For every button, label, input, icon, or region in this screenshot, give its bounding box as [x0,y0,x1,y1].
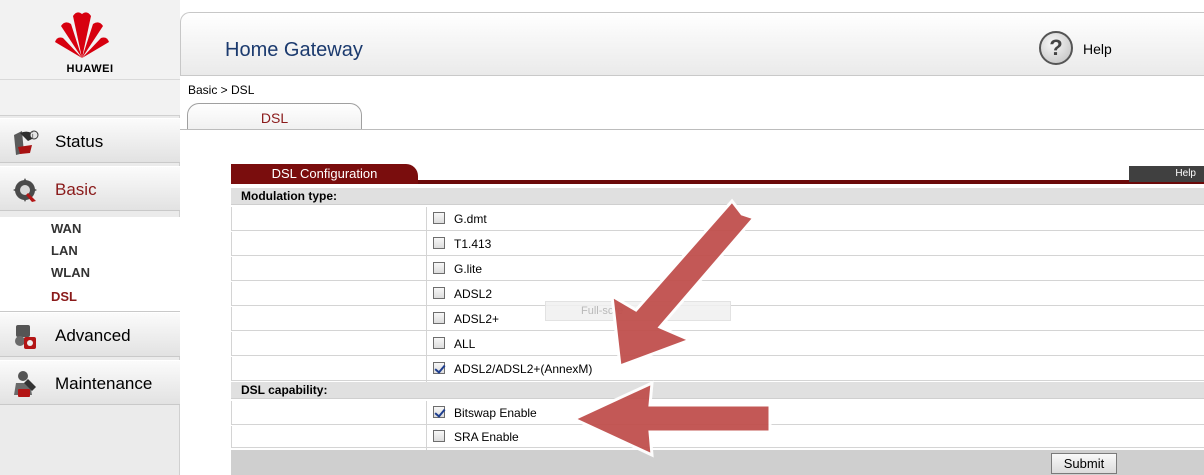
sidebar-item-label: Advanced [55,326,131,345]
sra-checkbox[interactable] [433,430,445,442]
capability-section-label: DSL capability: [231,382,1204,399]
panel-title: DSL Configuration [231,164,418,184]
checkbox-label: ADSL2/ADSL2+(AnnexM) [454,362,593,376]
status-icon: i [14,130,39,155]
page-title: Home Gateway [225,39,363,61]
t1413-checkbox[interactable] [433,237,445,249]
annexm-checkbox[interactable] [433,362,445,374]
help-link[interactable]: Help [1083,41,1112,57]
list-item: T1.413 [231,232,1204,256]
help-icon[interactable]: ? [1039,31,1073,65]
adsl2-checkbox[interactable] [433,287,445,299]
huawei-logo [55,12,109,58]
sidebar-item-basic[interactable]: Basic [0,166,180,211]
list-item: SRA Enable [231,426,1204,448]
adsl2plus-checkbox[interactable] [433,312,445,324]
list-item: Bitswap Enable [231,401,1204,425]
basic-submenu: WAN LAN WLAN DSL [0,217,180,312]
checkbox-label: ALL [454,337,476,351]
sidebar-item-label: Maintenance [55,374,153,393]
sidebar-item-maintenance[interactable]: Maintenance [0,360,180,405]
checkbox-label: G.lite [454,262,483,276]
sidebar-subitem-lan[interactable]: LAN [51,243,78,258]
list-item: G.lite [231,257,1204,281]
gdmt-checkbox[interactable] [433,212,445,224]
column-divider [426,401,427,450]
all-checkbox[interactable] [433,337,445,349]
list-item: ADSL2/ADSL2+(AnnexM) [231,357,1204,381]
panel-header: DSL Configuration Help [231,164,1204,184]
advanced-icon [15,325,36,349]
list-item: G.dmt [231,207,1204,231]
sidebar-item-status[interactable]: i Status [0,118,180,163]
tab-dsl[interactable]: DSL [187,103,362,130]
submit-button[interactable]: Submit [1051,453,1117,474]
sidebar-subitem-dsl[interactable]: DSL [51,289,77,304]
checkbox-label: Bitswap Enable [454,406,537,420]
basic-icon [13,178,37,202]
maintenance-icon [14,371,36,397]
checkbox-label: ADSL2 [454,287,493,301]
brand-name: HUAWEI [66,63,114,75]
tab-divider [180,129,1204,130]
sidebar-spacer [0,80,180,116]
panel-footer: Submit [231,450,1204,475]
list-item: ALL [231,332,1204,356]
modulation-section-label: Modulation type: [231,188,1204,205]
sidebar-item-advanced[interactable]: Advanced [0,312,180,357]
header-bar: Home Gateway ? Help [180,12,1204,76]
sidebar-subitem-wan[interactable]: WAN [51,221,81,236]
checkbox-label: SRA Enable [454,430,519,444]
checkbox-label: T1.413 [454,237,492,251]
checkbox-label: G.dmt [454,212,487,226]
panel-help-button[interactable]: Help [1129,166,1204,182]
sidebar-subitem-wlan[interactable]: WLAN [51,265,90,280]
logo-area: HUAWEI [0,0,180,80]
breadcrumb: Basic > DSL [188,83,255,97]
checkbox-label: ADSL2+ [454,312,500,326]
bitswap-checkbox[interactable] [433,406,445,418]
sidebar-item-label: Status [55,132,104,151]
sidebar-item-label: Basic [55,180,97,199]
glite-checkbox[interactable] [433,262,445,274]
sidebar: HUAWEI i Status Basic WAN LAN WLAN DSL A… [0,0,180,475]
fullscreen-overlay: Full-scre [545,301,731,321]
column-divider [426,207,427,382]
